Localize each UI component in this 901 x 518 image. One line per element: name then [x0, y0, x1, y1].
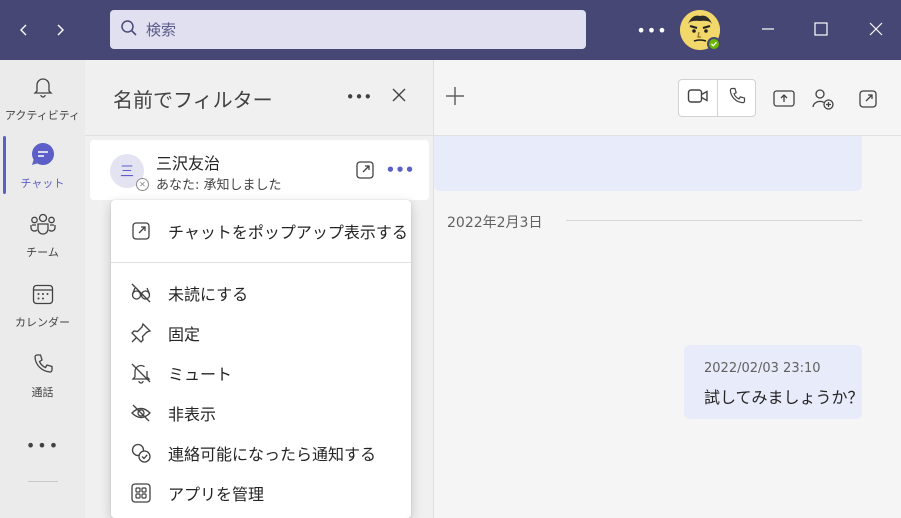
menu-separator — [111, 262, 411, 263]
rail-item-label: アクティビティ — [4, 109, 81, 122]
conversation-header — [434, 60, 901, 136]
close-icon — [869, 21, 883, 40]
bell-icon — [31, 75, 55, 103]
eye-hide-icon — [129, 401, 153, 425]
more-options-icon[interactable]: ••• — [386, 160, 415, 180]
teams-icon — [29, 212, 57, 240]
bell-off-icon — [129, 361, 153, 385]
close-filter-button[interactable] — [387, 85, 411, 109]
app-rail: アクティビティ チャット チーム カレンダー 通話 ••• — [0, 60, 85, 518]
divider — [566, 220, 862, 221]
phone-icon — [727, 86, 747, 110]
share-screen-icon[interactable] — [772, 87, 796, 111]
menu-item-manage-apps[interactable]: アプリを管理 — [111, 473, 411, 513]
minimize-icon — [761, 21, 775, 40]
chevron-left-icon[interactable] — [12, 18, 36, 42]
phone-icon — [31, 352, 55, 380]
title-bar: 検索 ••• — [0, 0, 901, 60]
menu-item-label: 連絡可能になったら通知する — [168, 445, 377, 464]
more-options-icon[interactable]: ••• — [346, 85, 373, 109]
rail-item-label: カレンダー — [15, 316, 70, 329]
presence-available-icon — [707, 37, 721, 51]
eye-off-icon — [129, 281, 153, 305]
close-icon — [391, 87, 407, 107]
rail-item-calls[interactable]: 通話 — [0, 343, 85, 409]
apps-icon — [129, 481, 153, 505]
search-input[interactable]: 検索 — [110, 10, 586, 49]
search-icon — [120, 19, 138, 41]
pin-icon — [129, 321, 153, 345]
search-placeholder: 検索 — [146, 21, 177, 39]
chat-context-menu: チャットをポップアップ表示する 未読にする 固定 ミュート 非表示 連絡可能にな… — [111, 200, 411, 518]
more-apps-icon[interactable]: ••• — [26, 436, 58, 455]
more-options-icon[interactable]: ••• — [636, 18, 666, 42]
rail-item-teams[interactable]: チーム — [0, 203, 85, 269]
menu-item-pin[interactable]: 固定 — [111, 313, 411, 353]
chat-icon — [30, 141, 56, 171]
message-bubble[interactable]: 2022/02/03 23:10 試してみましょうか？ — [684, 345, 864, 419]
menu-item-notify-available[interactable]: 連絡可能になったら通知する — [111, 433, 411, 473]
menu-item-hide[interactable]: 非表示 — [111, 393, 411, 433]
minimize-button[interactable] — [753, 15, 783, 45]
close-window-button[interactable] — [861, 15, 891, 45]
avatar[interactable] — [680, 10, 721, 51]
rail-item-label: 通話 — [31, 386, 54, 399]
message-text: 試してみましょうか？ — [704, 388, 864, 407]
video-call-button[interactable] — [679, 80, 717, 116]
message-timestamp: 2022/02/03 23:10 — [704, 361, 821, 376]
filter-title: 名前でフィルター — [113, 88, 273, 112]
message-bubble — [434, 136, 862, 191]
call-button-group — [678, 79, 756, 117]
menu-item-label: チャットをポップアップ表示する — [168, 223, 408, 242]
rail-divider — [28, 481, 58, 482]
popout-icon[interactable] — [856, 87, 880, 111]
rail-item-activity[interactable]: アクティビティ — [0, 66, 85, 132]
notify-available-icon — [129, 441, 153, 465]
menu-item-label: アプリを管理 — [168, 485, 265, 504]
calendar-icon — [31, 282, 55, 310]
menu-item-mute[interactable]: ミュート — [111, 353, 411, 393]
divider — [85, 135, 434, 136]
menu-item-label: 非表示 — [168, 405, 217, 424]
popout-icon[interactable] — [355, 160, 375, 180]
chat-name: 三沢友治 — [156, 154, 221, 173]
menu-item-label: 固定 — [168, 325, 201, 344]
date-separator: 2022年2月3日 — [447, 215, 543, 231]
maximize-button[interactable] — [806, 15, 836, 45]
popout-icon — [129, 219, 153, 243]
menu-item-mark-unread[interactable]: 未読にする — [111, 273, 411, 313]
audio-call-button[interactable] — [717, 80, 755, 116]
rail-item-calendar[interactable]: カレンダー — [0, 273, 85, 339]
conversation-body: 2022年2月3日 2022/02/03 23:10 試してみましょうか？ — [434, 136, 901, 518]
menu-item-label: ミュート — [168, 365, 233, 384]
maximize-icon — [814, 21, 828, 40]
rail-item-chat[interactable]: チャット — [0, 133, 85, 199]
add-people-icon[interactable] — [811, 87, 835, 111]
menu-item-popout-chat[interactable]: チャットをポップアップ表示する — [111, 211, 411, 251]
menu-item-label: 未読にする — [168, 285, 249, 304]
video-icon — [687, 87, 709, 109]
rail-item-label: チーム — [26, 246, 59, 259]
chat-list-item[interactable]: 三 ✕ 三沢友治 あなた: 承知しました ••• — [90, 140, 429, 200]
chevron-right-icon[interactable] — [48, 18, 72, 42]
add-icon[interactable] — [444, 85, 466, 107]
presence-offline-icon: ✕ — [136, 178, 149, 191]
chat-preview: あなた: 承知しました — [156, 178, 282, 193]
rail-item-label: チャット — [20, 177, 65, 190]
